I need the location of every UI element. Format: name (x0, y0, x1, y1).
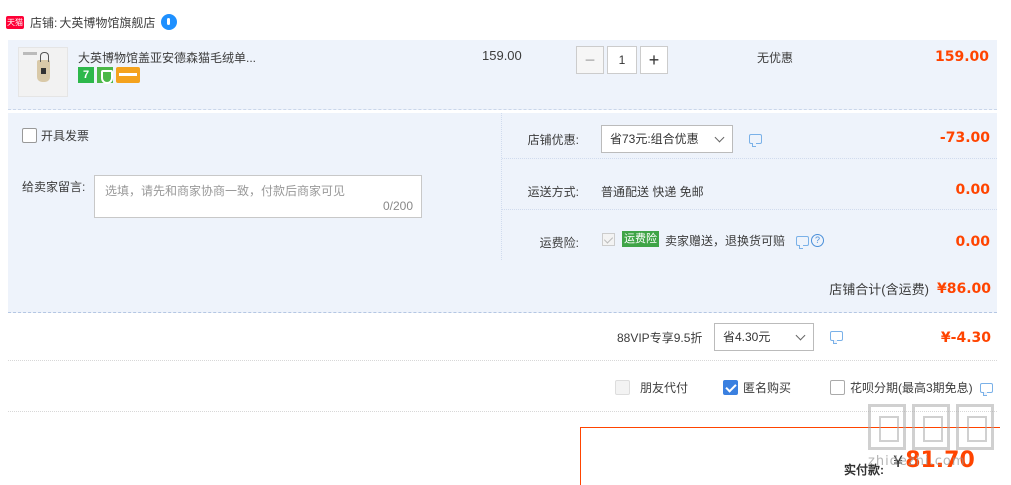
thumbnail-caption-decoration (23, 52, 37, 55)
anonymous-purchase-label: 匿名购买 (743, 381, 792, 395)
increase-quantity-button[interactable]: + (640, 46, 668, 74)
vip-discount-label: 88VIP专享9.5折 (617, 331, 703, 345)
friend-pay-label: 朋友代付 (640, 381, 689, 395)
invoice-option[interactable]: 开具发票 (22, 127, 89, 144)
invoice-label: 开具发票 (41, 129, 90, 143)
order-options-panel: 开具发票 给卖家留言: 选填，请先和商家协商一致，付款后商家可见 0/200 店… (8, 113, 997, 313)
site-watermark: zhidezhi.com (868, 404, 1008, 482)
seller-message-char-count: 0/200 (382, 199, 413, 213)
watermark-glyph (868, 404, 906, 450)
shop-coupon-label: 店铺优惠: (527, 133, 579, 147)
product-thumbnail[interactable] (18, 47, 68, 97)
anonymous-purchase-option[interactable]: 匿名购买 (723, 379, 791, 396)
insurance-amount: 0.00 (955, 234, 990, 250)
friend-pay-checkbox[interactable] (615, 380, 630, 395)
vip-selected-value: 省4.30元 (723, 330, 771, 344)
consumer-guarantee-icon[interactable] (97, 67, 113, 84)
huabei-installment-checkbox[interactable] (830, 380, 845, 395)
help-icon[interactable]: ? (811, 234, 824, 247)
wangwang-chat-icon[interactable] (161, 14, 178, 30)
vip-discount-amount: ¥-4.30 (940, 330, 991, 346)
quantity-stepper: − 1 + (576, 46, 668, 74)
shop-total-amount: ¥86.00 (936, 280, 991, 297)
credit-card-payment-icon[interactable] (116, 67, 140, 83)
shop-label: 店铺: (30, 15, 58, 30)
payment-options-row: 朋友代付 匿名购买 花呗分期(最高3期免息) (8, 362, 997, 412)
decrease-quantity-button[interactable]: − (576, 46, 604, 74)
product-title-link[interactable]: 大英博物馆盖亚安德森猫毛绒单... (78, 49, 256, 66)
seller-message-textarea[interactable]: 选填，请先和商家协商一致，付款后商家可见 0/200 (94, 175, 422, 218)
tote-bag-image (37, 52, 50, 82)
unit-price: 159.00 (482, 48, 522, 63)
insurance-checkbox (602, 233, 615, 246)
shop-total-label: 店铺合计(含运费) (829, 282, 929, 297)
shipping-row: 运送方式: 普通配送 快递 免邮 0.00 (502, 161, 997, 210)
item-discount: 无优惠 (757, 51, 794, 65)
options-left-column: 开具发票 给卖家留言: 选填，请先和商家协商一致，付款后商家可见 0/200 (8, 113, 502, 260)
chevron-down-icon (795, 330, 806, 341)
shop-coupon-row: 店铺优惠: 省73元:组合优惠 -73.00 (502, 113, 997, 159)
shop-coupon-amount: -73.00 (939, 130, 990, 146)
insurance-badge: 运费险 (622, 231, 659, 247)
shop-coupon-select[interactable]: 省73元:组合优惠 (601, 125, 733, 153)
chevron-down-icon (714, 132, 725, 143)
service-icons: 7 (78, 67, 140, 84)
item-subtotal: 159.00 (934, 49, 989, 65)
quantity-input[interactable]: 1 (607, 46, 637, 74)
shop-header: 天猫 店铺: 大英博物馆旗舰店 (6, 12, 178, 32)
vip-discount-row: 88VIP专享9.5折 省4.30元 ¥-4.30 (8, 316, 997, 361)
shipping-label: 运送方式: (527, 185, 579, 199)
coupon-info-chat-icon[interactable] (749, 134, 762, 147)
seller-message-label: 给卖家留言: (22, 180, 86, 194)
insurance-label: 运费险: (539, 236, 579, 250)
huabei-info-chat-icon[interactable] (979, 382, 993, 396)
watermark-text: zhidezhi.com (868, 454, 966, 469)
shipping-method: 普通配送 快递 免邮 (601, 185, 704, 199)
shop-name-link[interactable]: 大英博物馆旗舰店 (59, 14, 155, 31)
seven-day-return-icon[interactable]: 7 (78, 67, 94, 83)
shop-coupon-selected-value: 省73元:组合优惠 (610, 132, 699, 146)
insurance-description: 卖家赠送，退换货可赔 (665, 234, 786, 248)
huabei-installment-option[interactable]: 花呗分期(最高3期免息) (830, 379, 993, 396)
watermark-logo-icon (868, 404, 1008, 450)
anonymous-purchase-checkbox[interactable] (723, 380, 738, 395)
seller-message-placeholder: 选填，请先和商家协商一致，付款后商家可见 (105, 184, 346, 198)
shipping-amount: 0.00 (955, 182, 990, 198)
tmall-logo-icon: 天猫 (6, 15, 24, 29)
insurance-chat-icon[interactable] (796, 236, 809, 249)
huabei-installment-label: 花呗分期(最高3期免息) (850, 381, 973, 395)
invoice-checkbox[interactable] (22, 128, 37, 143)
watermark-glyph (956, 404, 994, 450)
order-item-row: 大英博物馆盖亚安德森猫毛绒单... 7 159.00 − 1 + 无优惠 159… (8, 40, 997, 110)
shipping-insurance-row: 运费险: 运费险 卖家赠送，退换货可赔 ? 0.00 (502, 212, 997, 260)
watermark-glyph (912, 404, 950, 450)
vip-discount-select[interactable]: 省4.30元 (714, 323, 814, 351)
vip-info-chat-icon[interactable] (830, 331, 843, 344)
shop-total: 店铺合计(含运费) ¥86.00 (829, 279, 991, 298)
friend-pay-option[interactable]: 朋友代付 (615, 379, 688, 396)
